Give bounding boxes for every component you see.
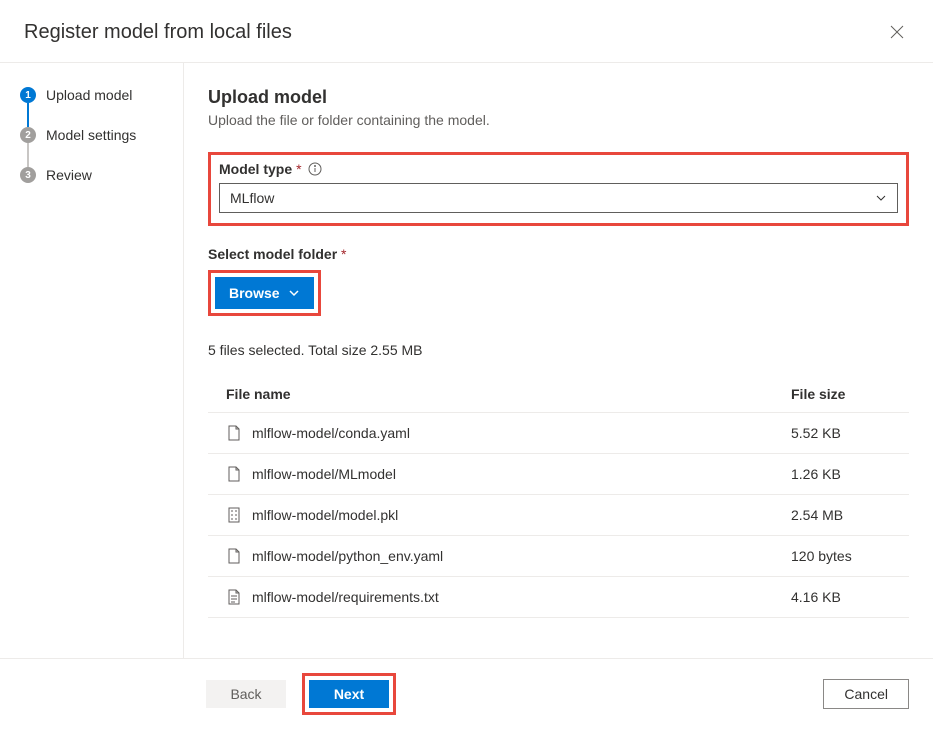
file-size: 5.52 KB xyxy=(791,425,891,441)
step-label: Upload model xyxy=(46,87,132,103)
table-row: mlflow-model/python_env.yaml 120 bytes xyxy=(208,536,909,577)
model-type-value: MLflow xyxy=(230,190,274,206)
page-subtitle: Upload the file or folder containing the… xyxy=(208,112,909,128)
file-name: mlflow-model/conda.yaml xyxy=(252,425,410,441)
chevron-down-icon xyxy=(288,287,300,299)
header-file-size: File size xyxy=(791,386,891,402)
model-type-label-text: Model type xyxy=(219,161,292,177)
browse-button-label: Browse xyxy=(229,285,280,301)
step-number-badge: 2 xyxy=(20,127,36,143)
model-type-highlight: Model type * MLflow xyxy=(208,152,909,226)
table-row: mlflow-model/MLmodel 1.26 KB xyxy=(208,454,909,495)
footer-left-buttons: Back Next xyxy=(206,673,396,715)
required-asterisk: * xyxy=(296,161,301,177)
step-connector xyxy=(27,103,29,127)
browse-button[interactable]: Browse xyxy=(215,277,314,309)
step-label: Model settings xyxy=(46,127,136,143)
dialog-body: 1 Upload model 2 Model settings 3 Review… xyxy=(0,63,933,658)
step-number-badge: 1 xyxy=(20,87,36,103)
table-row: mlflow-model/conda.yaml 5.52 KB xyxy=(208,413,909,454)
file-name: mlflow-model/MLmodel xyxy=(252,466,396,482)
required-asterisk: * xyxy=(341,246,346,262)
file-name: mlflow-model/python_env.yaml xyxy=(252,548,443,564)
table-row: mlflow-model/model.pkl 2.54 MB xyxy=(208,495,909,536)
step-upload-model[interactable]: 1 Upload model xyxy=(20,87,183,103)
page-title: Upload model xyxy=(208,87,909,108)
file-size: 1.26 KB xyxy=(791,466,891,482)
next-button[interactable]: Next xyxy=(309,680,389,708)
document-icon xyxy=(226,466,242,482)
wizard-steps-sidebar: 1 Upload model 2 Model settings 3 Review xyxy=(0,63,184,658)
step-number-badge: 3 xyxy=(20,167,36,183)
cancel-button[interactable]: Cancel xyxy=(823,679,909,709)
text-file-icon xyxy=(226,589,242,605)
select-folder-label: Select model folder * xyxy=(208,246,909,262)
dialog-title: Register model from local files xyxy=(24,21,292,44)
browse-highlight: Browse xyxy=(208,270,321,316)
back-button[interactable]: Back xyxy=(206,680,286,708)
next-highlight: Next xyxy=(302,673,396,715)
table-row: mlflow-model/requirements.txt 4.16 KB xyxy=(208,577,909,618)
model-type-label: Model type * xyxy=(219,161,898,177)
document-icon xyxy=(226,548,242,564)
step-review[interactable]: 3 Review xyxy=(20,167,183,183)
model-type-dropdown[interactable]: MLflow xyxy=(219,183,898,213)
file-size: 120 bytes xyxy=(791,548,891,564)
file-table: File name File size mlflow-model/conda.y… xyxy=(208,376,909,618)
file-size: 4.16 KB xyxy=(791,589,891,605)
step-label: Review xyxy=(46,167,92,183)
dialog-header: Register model from local files xyxy=(0,0,933,63)
file-size: 2.54 MB xyxy=(791,507,891,523)
table-header: File name File size xyxy=(208,376,909,413)
file-name: mlflow-model/requirements.txt xyxy=(252,589,439,605)
step-model-settings[interactable]: 2 Model settings xyxy=(20,127,183,143)
file-name: mlflow-model/model.pkl xyxy=(252,507,398,523)
info-icon[interactable] xyxy=(308,162,322,176)
files-status-text: 5 files selected. Total size 2.55 MB xyxy=(208,342,909,358)
binary-file-icon xyxy=(226,507,242,523)
close-button[interactable] xyxy=(885,20,909,44)
document-icon xyxy=(226,425,242,441)
chevron-down-icon xyxy=(875,192,887,204)
step-connector xyxy=(27,143,29,167)
header-file-name: File name xyxy=(226,386,791,402)
select-folder-label-text: Select model folder xyxy=(208,246,337,262)
close-icon xyxy=(890,25,904,39)
dialog-footer: Back Next Cancel xyxy=(0,658,933,729)
main-content: Upload model Upload the file or folder c… xyxy=(184,63,933,658)
